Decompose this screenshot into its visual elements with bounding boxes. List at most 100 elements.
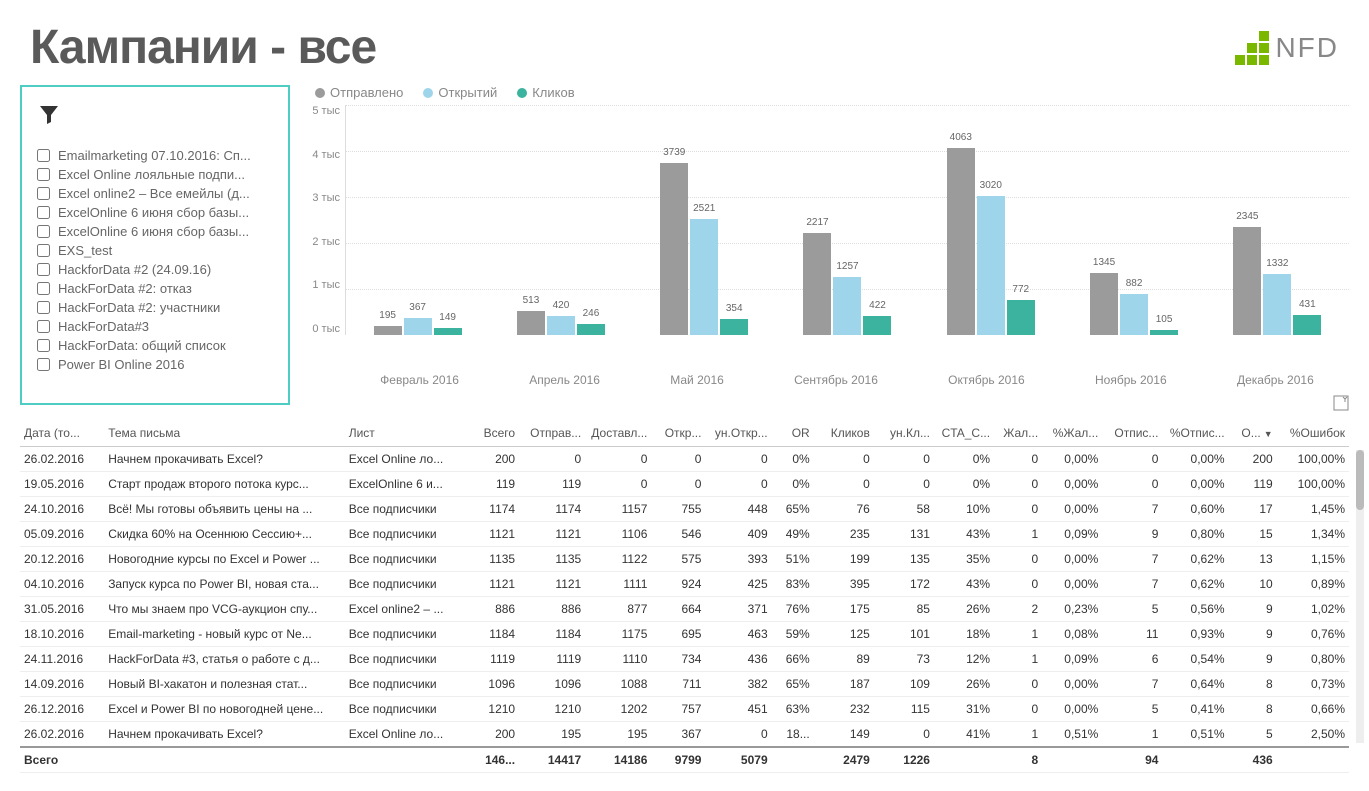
table-cell: 886 — [465, 597, 519, 622]
filter-checkbox[interactable] — [37, 263, 50, 276]
column-header[interactable]: Тема письма — [104, 420, 345, 447]
bar-Отправлено[interactable]: 2217 — [803, 233, 831, 335]
bar-Кликов[interactable]: 772 — [1007, 300, 1035, 336]
filter-checkbox[interactable] — [37, 244, 50, 257]
table-scrollbar[interactable] — [1356, 450, 1364, 743]
bar-Кликов[interactable]: 149 — [434, 328, 462, 335]
bar-Отправлено[interactable]: 2345 — [1233, 227, 1261, 335]
filter-checkbox[interactable] — [37, 168, 50, 181]
scroll-thumb[interactable] — [1356, 450, 1364, 510]
table-row[interactable]: 05.09.2016Скидка 60% на Осеннюю Сессию+.… — [20, 522, 1349, 547]
filter-checkbox[interactable] — [37, 187, 50, 200]
table-row[interactable]: 19.05.2016Старт продаж второго потока ку… — [20, 472, 1349, 497]
filter-checkbox[interactable] — [37, 339, 50, 352]
table-row[interactable]: 31.05.2016Что мы знаем про VCG-аукцион с… — [20, 597, 1349, 622]
filter-checkbox[interactable] — [37, 206, 50, 219]
bar-Открытий[interactable]: 2521 — [690, 219, 718, 335]
bar-Отправлено[interactable]: 1345 — [1090, 273, 1118, 335]
column-header[interactable]: Жал... — [994, 420, 1042, 447]
filter-item[interactable]: Power BI Online 2016 — [37, 355, 273, 374]
table-cell: 0 — [705, 472, 771, 497]
column-header[interactable]: %Отпис... — [1162, 420, 1228, 447]
table-cell: 425 — [705, 572, 771, 597]
bar-Открытий[interactable]: 1257 — [833, 277, 861, 335]
options-icon[interactable] — [1333, 395, 1349, 411]
data-table[interactable]: Дата (то...Тема письмаЛистВсегоОтправ...… — [20, 420, 1349, 773]
table-row[interactable]: 24.11.2016HackForData #3, статья о работ… — [20, 647, 1349, 672]
filter-item[interactable]: HackForData #2: участники — [37, 298, 273, 317]
table-cell: 195 — [585, 722, 651, 748]
table-cell: 5 — [1229, 722, 1277, 748]
bar-chart[interactable]: 5 тыс4 тыс3 тыс2 тыс1 тыс0 тыс 195367149… — [305, 105, 1349, 365]
filter-item[interactable]: EXS_test — [37, 241, 273, 260]
footer-cell: 436 — [1229, 747, 1277, 773]
table-row[interactable]: 24.10.2016Всё! Мы готовы объявить цены н… — [20, 497, 1349, 522]
bar-Кликов[interactable]: 422 — [863, 316, 891, 335]
column-header[interactable]: Отправ... — [519, 420, 585, 447]
bar-Открытий[interactable]: 1332 — [1263, 274, 1291, 335]
column-header[interactable]: ун.Кл... — [874, 420, 934, 447]
table-cell: Старт продаж второго потока курс... — [104, 472, 345, 497]
filter-item[interactable]: Emailmarketing 07.10.2016: Сп... — [37, 146, 273, 165]
bar-Отправлено[interactable]: 3739 — [660, 163, 688, 335]
column-header[interactable]: Кликов — [814, 420, 874, 447]
table-row[interactable]: 14.09.2016Новый BI-хакатон и полезная ст… — [20, 672, 1349, 697]
bar-Кликов[interactable]: 105 — [1150, 330, 1178, 335]
bar-value-label: 149 — [439, 312, 456, 323]
filter-item[interactable]: Excel Online лояльные подпи... — [37, 165, 273, 184]
filter-checkbox[interactable] — [37, 149, 50, 162]
bar-Открытий[interactable]: 882 — [1120, 294, 1148, 335]
bar-Открытий[interactable]: 3020 — [977, 196, 1005, 335]
column-header[interactable]: %Ошибок — [1277, 420, 1349, 447]
bar-Отправлено[interactable]: 513 — [517, 311, 545, 335]
table-row[interactable]: 04.10.2016Запуск курса по Power BI, нова… — [20, 572, 1349, 597]
column-header[interactable]: О... — [1229, 420, 1277, 447]
filter-item[interactable]: ExcelOnline 6 июня сбор базы... — [37, 222, 273, 241]
filter-item[interactable]: HackforData #2 (24.09.16) — [37, 260, 273, 279]
filter-checkbox[interactable] — [37, 358, 50, 371]
table-cell: Все подписчики — [345, 497, 465, 522]
bar-Отправлено[interactable]: 195 — [374, 326, 402, 335]
table-cell: Excel online2 – ... — [345, 597, 465, 622]
bar-Кликов[interactable]: 431 — [1293, 315, 1321, 335]
table-row[interactable]: 26.02.2016Начнем прокачивать Excel?Excel… — [20, 722, 1349, 748]
table-cell: HackForData #3, статья о работе с д... — [104, 647, 345, 672]
column-header[interactable]: Доставл... — [585, 420, 651, 447]
table-row[interactable]: 26.12.2016Excel и Power BI по новогодней… — [20, 697, 1349, 722]
column-header[interactable]: Отпис... — [1102, 420, 1162, 447]
bar-Кликов[interactable]: 354 — [720, 319, 748, 335]
column-header[interactable]: ун.Откр... — [705, 420, 771, 447]
column-header[interactable]: CTA_C... — [934, 420, 994, 447]
column-header[interactable]: Всего — [465, 420, 519, 447]
bar-Открытий[interactable]: 367 — [404, 318, 432, 335]
column-header[interactable]: Дата (то... — [20, 420, 104, 447]
filter-item[interactable]: Excel online2 – Все емейлы (д... — [37, 184, 273, 203]
table-cell: 755 — [651, 497, 705, 522]
table-cell: 1122 — [585, 547, 651, 572]
filter-item[interactable]: ExcelOnline 6 июня сбор базы... — [37, 203, 273, 222]
filter-checkbox[interactable] — [37, 320, 50, 333]
table-cell: 0,51% — [1042, 722, 1102, 748]
table-row[interactable]: 18.10.2016Email-marketing - новый курс о… — [20, 622, 1349, 647]
column-header[interactable]: Лист — [345, 420, 465, 447]
column-header[interactable]: %Жал... — [1042, 420, 1102, 447]
x-label: Декабрь 2016 — [1237, 373, 1314, 387]
filter-label: HackForData #2: отказ — [58, 281, 192, 296]
table-cell: 1088 — [585, 672, 651, 697]
bar-value-label: 513 — [523, 295, 540, 306]
table-row[interactable]: 20.12.2016Новогодние курсы по Excel и Po… — [20, 547, 1349, 572]
filter-checkbox[interactable] — [37, 225, 50, 238]
legend-dot-sent — [315, 88, 325, 98]
filter-checkbox[interactable] — [37, 282, 50, 295]
filter-item[interactable]: HackForData: общий список — [37, 336, 273, 355]
table-row[interactable]: 26.02.2016Начнем прокачивать Excel?Excel… — [20, 447, 1349, 472]
filter-checkbox[interactable] — [37, 301, 50, 314]
filter-panel[interactable]: Emailmarketing 07.10.2016: Сп...Excel On… — [20, 85, 290, 405]
column-header[interactable]: Откр... — [651, 420, 705, 447]
bar-Отправлено[interactable]: 4063 — [947, 148, 975, 335]
bar-Открытий[interactable]: 420 — [547, 316, 575, 335]
bar-Кликов[interactable]: 246 — [577, 324, 605, 335]
filter-item[interactable]: HackForData#3 — [37, 317, 273, 336]
filter-item[interactable]: HackForData #2: отказ — [37, 279, 273, 298]
column-header[interactable]: OR — [772, 420, 814, 447]
